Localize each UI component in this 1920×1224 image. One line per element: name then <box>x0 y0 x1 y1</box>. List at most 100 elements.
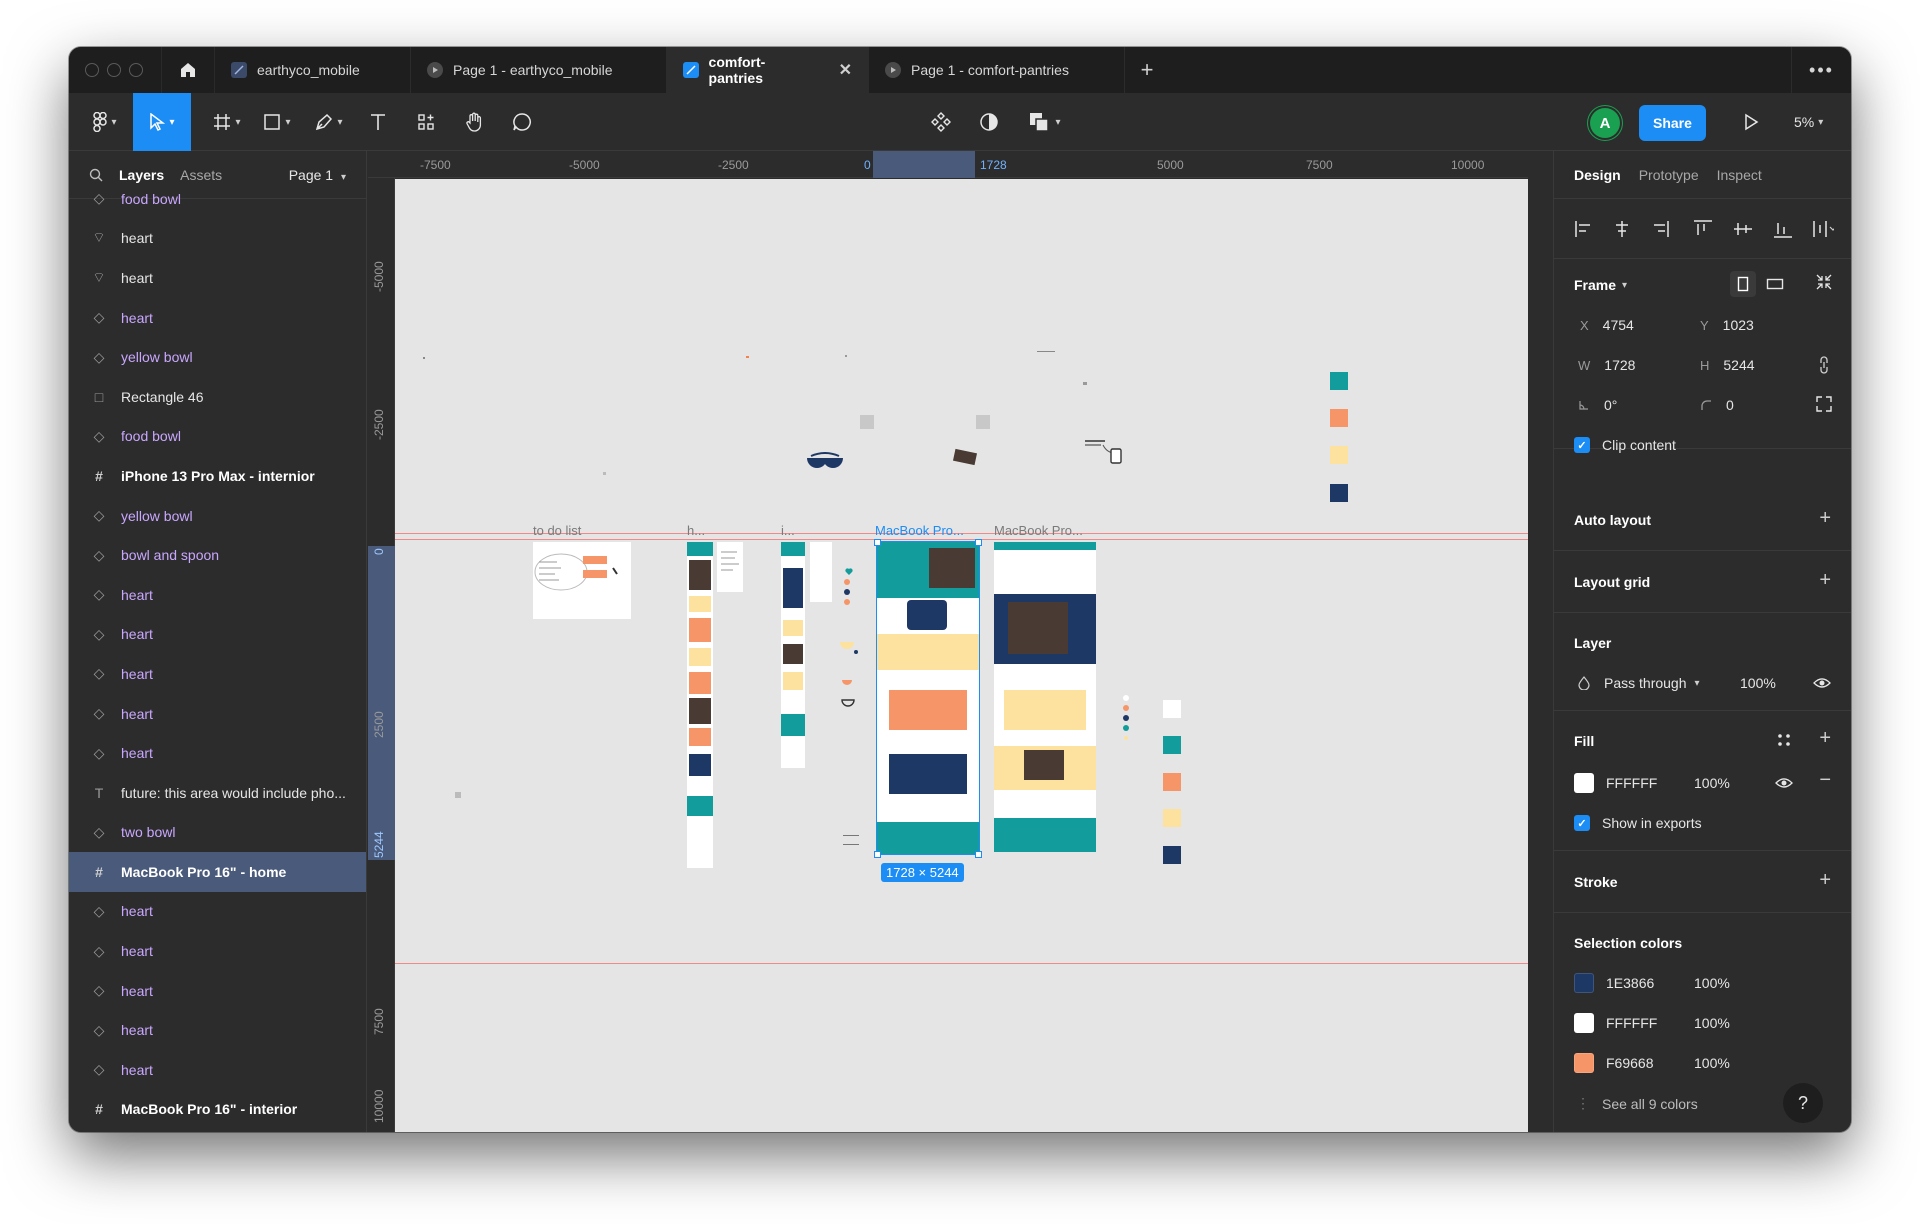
layer-item[interactable]: ◇ heart <box>69 575 366 615</box>
layer-item[interactable]: ◇ heart <box>69 694 366 734</box>
move-tool-button[interactable]: ▾ <box>133 93 191 151</box>
palette-swatch-orange[interactable] <box>1330 409 1348 427</box>
selection-color-row[interactable]: F69668 <box>1574 1053 1653 1073</box>
layer-opacity-field[interactable]: 100% <box>1740 675 1776 691</box>
style-grid-icon[interactable] <box>1777 733 1791 747</box>
tab-design[interactable]: Design <box>1574 167 1621 183</box>
layer-item[interactable]: ◇ heart <box>69 1050 366 1090</box>
palette-swatch-yellow[interactable] <box>1163 809 1181 827</box>
layer-item[interactable]: ◇ yellow bowl <box>69 496 366 536</box>
selection-color-row[interactable]: FFFFFF <box>1574 1013 1657 1033</box>
minimize-window-button[interactable] <box>107 63 121 77</box>
resize-handle[interactable] <box>874 539 881 546</box>
fill-opacity-field[interactable]: 100% <box>1694 775 1730 791</box>
more-options-button[interactable]: ••• <box>1791 47 1851 93</box>
layer-item[interactable]: ◇ heart <box>69 971 366 1011</box>
layer-item[interactable]: ◇ food bowl <box>69 179 366 219</box>
tab-earthyco-mobile[interactable]: earthyco_mobile <box>215 47 411 93</box>
present-button[interactable] <box>1734 93 1768 151</box>
frame-todo-list[interactable] <box>533 542 631 619</box>
add-auto-layout-button[interactable]: + <box>1819 507 1831 530</box>
layer-item[interactable]: □ Rectangle 46 <box>69 377 366 417</box>
frame-macbook-home[interactable] <box>876 541 980 855</box>
selection-color-row[interactable]: 1E3866 <box>1574 973 1654 993</box>
eye-icon[interactable] <box>1775 777 1793 789</box>
height-field[interactable]: H 5244 <box>1700 357 1755 373</box>
tab-comfort-pantries[interactable]: comfort-pantries ✕ <box>667 47 869 93</box>
layer-item[interactable]: ◇ heart <box>69 931 366 971</box>
layer-item[interactable]: ◇ heart <box>69 298 366 338</box>
components-button[interactable] <box>924 93 958 151</box>
frame-tool-button[interactable]: ▾ <box>205 93 249 151</box>
tab-page1-comfort-pantries[interactable]: Page 1 - comfort-pantries <box>869 47 1125 93</box>
selection-swatch[interactable] <box>1574 1053 1594 1073</box>
layer-item[interactable]: ◇ yellow bowl <box>69 337 366 377</box>
mask-button[interactable] <box>972 93 1006 151</box>
resize-to-fit-button[interactable] <box>1815 273 1833 294</box>
layer-item[interactable]: ◇ two bowl <box>69 813 366 853</box>
user-avatar[interactable]: A <box>1590 108 1620 138</box>
layer-item[interactable]: Tfuture: this area would include pho... <box>69 773 366 813</box>
hand-tool-button[interactable] <box>457 93 491 151</box>
remove-fill-button[interactable]: − <box>1819 769 1831 792</box>
layer-item[interactable]: # MacBook Pro 16" - interior <box>69 1090 366 1130</box>
frame-interior-mobile-notes[interactable] <box>810 542 832 602</box>
frame-home-mobile[interactable] <box>687 542 713 868</box>
heart-icons-column[interactable] <box>836 562 866 732</box>
palette-swatch-navy[interactable] <box>1163 846 1181 864</box>
layer-item[interactable]: ◇ heart <box>69 615 366 655</box>
independent-corners-button[interactable] <box>1815 395 1833 416</box>
fill-swatch[interactable] <box>1574 773 1594 793</box>
grey-square[interactable] <box>860 415 874 429</box>
heart-icons-small[interactable] <box>1120 692 1134 742</box>
tab-page1-earthyco-mobile[interactable]: Page 1 - earthyco_mobile <box>411 47 667 93</box>
layer-item[interactable]: # iPhone 13 Pro Max - internior <box>69 456 366 496</box>
layer-item[interactable]: ◇ heart <box>69 1010 366 1050</box>
tab-prototype[interactable]: Prototype <box>1639 167 1699 183</box>
home-tab[interactable] <box>161 47 215 93</box>
new-tab-button[interactable]: + <box>1125 47 1169 93</box>
resources-tool-button[interactable] <box>409 93 443 151</box>
design-canvas[interactable]: to do list h... i... MacBook Pro... 1728… <box>395 179 1528 1132</box>
grey-square[interactable] <box>976 415 990 429</box>
width-field[interactable]: W 1728 <box>1578 357 1635 373</box>
blend-mode-dropdown[interactable]: Pass through ▾ <box>1578 675 1700 691</box>
add-layout-grid-button[interactable]: + <box>1819 569 1831 592</box>
landscape-orientation-button[interactable] <box>1762 271 1788 297</box>
show-in-exports-checkbox[interactable]: ✓ Show in exports <box>1574 815 1702 831</box>
palette-swatch-white[interactable] <box>1163 700 1181 718</box>
clip-content-checkbox[interactable]: ✓ Clip content <box>1574 437 1676 453</box>
palette-swatch-teal[interactable] <box>1330 372 1348 390</box>
palette-swatch-teal[interactable] <box>1163 736 1181 754</box>
rotation-field[interactable]: 0° <box>1578 397 1617 413</box>
frame-label-macbook-interior[interactable]: MacBook Pro... <box>994 523 1083 538</box>
corner-radius-field[interactable]: 0 <box>1700 397 1734 413</box>
frame-label-macbook-home[interactable]: MacBook Pro... <box>875 523 964 538</box>
layer-item[interactable]: ◇ bowl and spoon <box>69 535 366 575</box>
frame-label-interior-mobile[interactable]: i... <box>781 523 795 538</box>
layer-item[interactable]: ⌔ heart <box>69 219 366 259</box>
shape-tool-button[interactable]: ▾ <box>255 93 299 151</box>
y-field[interactable]: Y 1023 <box>1700 317 1754 333</box>
selection-swatch[interactable] <box>1574 1013 1594 1033</box>
text-note[interactable] <box>843 835 859 845</box>
frame-title[interactable]: Frame ▾ <box>1574 277 1627 293</box>
x-field[interactable]: X 4754 <box>1580 317 1634 333</box>
layer-item[interactable]: ◇ heart <box>69 892 366 932</box>
zoom-window-button[interactable] <box>129 63 143 77</box>
layer-item[interactable]: # MacBook Pro 16" - home <box>69 852 366 892</box>
alignment-icons[interactable] <box>1574 219 1834 239</box>
frame-interior-mobile[interactable] <box>781 542 805 768</box>
layer-item[interactable]: ◇ heart <box>69 733 366 773</box>
resize-handle[interactable] <box>975 851 982 858</box>
photo-thumbnail[interactable] <box>952 448 978 466</box>
palette-swatch-navy[interactable] <box>1330 484 1348 502</box>
tab-inspect[interactable]: Inspect <box>1717 167 1762 183</box>
help-button[interactable]: ? <box>1783 1083 1823 1123</box>
share-button[interactable]: Share <box>1639 105 1706 141</box>
palette-swatch-yellow[interactable] <box>1330 446 1348 464</box>
frame-macbook-interior[interactable] <box>994 542 1096 852</box>
close-tab-icon[interactable]: ✕ <box>839 60 852 80</box>
palette-swatch-orange[interactable] <box>1163 773 1181 791</box>
comment-tool-button[interactable] <box>505 93 539 151</box>
